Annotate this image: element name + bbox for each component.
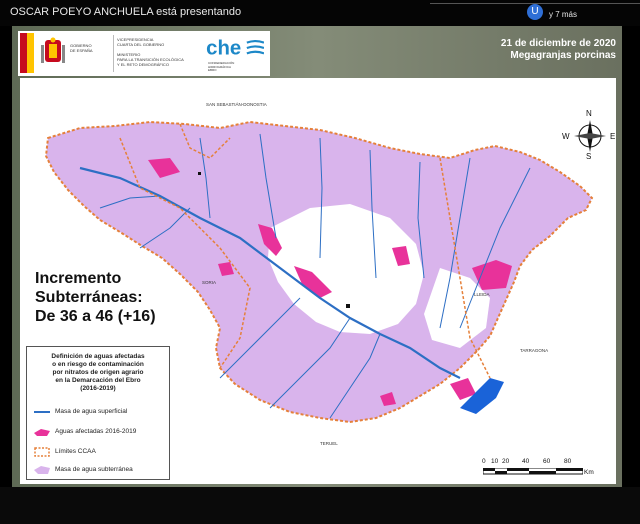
scale-unit: Km [584, 469, 594, 476]
scale-tick: 60 [543, 458, 551, 465]
ministry-line-3: Y EL RETO DEMOGRÁFICO [117, 62, 169, 67]
scale-tick: 10 [491, 458, 499, 465]
legend-label: Masa de agua subterránea [55, 466, 133, 473]
slide-subtitle: Megagranjas porcinas [510, 50, 616, 61]
legend-label: Aguas afectadas 2016-2019 [55, 428, 137, 435]
city-label-soria: SORIA [202, 280, 217, 285]
che-logo: che [206, 37, 264, 59]
city-marker [346, 304, 350, 308]
legend-label: Masa de agua superficial [55, 408, 128, 415]
groundwater-increase-text: Incremento Subterráneas: De 36 a 46 (+16… [35, 270, 156, 325]
city-label-tarragona: TARRAGONA [520, 348, 549, 353]
compass-rose-icon [574, 120, 606, 152]
city-marker [198, 172, 201, 175]
compass-rose: N S E W [560, 109, 620, 162]
slide-date: 21 de diciembre de 2020 [500, 38, 616, 49]
compass-east: E [610, 132, 616, 141]
more-participants-link[interactable]: y 7 más [549, 10, 577, 19]
groundwater-area-icon [34, 466, 50, 474]
government-line-2: DE ESPAÑA [70, 48, 93, 53]
legend-title: Definición de aguas afectadas o en riesg… [51, 353, 145, 392]
scale-tick: 0 [482, 458, 486, 465]
map-legend: Definición de aguas afectadas o en riesg… [26, 346, 170, 480]
spain-flag-icon [20, 33, 34, 73]
scale-tick: 40 [522, 458, 530, 465]
city-label-lleida: LLEIDA [474, 292, 490, 297]
scale-bar-graphic [483, 468, 583, 475]
scale-bar: 0 10 20 40 60 80 Km [482, 458, 594, 480]
legend-label: Límites CCAA [55, 448, 96, 455]
participant-avatar[interactable]: U [527, 4, 543, 20]
legend-item-groundwater: Masa de agua subterránea [33, 465, 167, 475]
river-line-icon [34, 411, 50, 413]
meeting-top-bar: OSCAR POEYO ANCHUELA está presentando U … [0, 0, 640, 26]
government-logo-box: GOBIERNO DE ESPAÑA VICEPRESIDENCIA CUART… [18, 31, 270, 76]
meeting-bottom-bar [0, 487, 640, 524]
compass-south: S [586, 152, 592, 161]
scale-tick: 80 [564, 458, 572, 465]
affected-area-icon [34, 429, 50, 436]
presentation-slide: GOBIERNO DE ESPAÑA VICEPRESIDENCIA CUART… [12, 26, 622, 487]
scale-tick: 20 [502, 458, 510, 465]
legend-item-surface-water: Masa de agua superficial [33, 407, 167, 417]
legend-item-ccaa: Límites CCAA [33, 447, 167, 457]
vice-line-2: CUARTA DEL GOBIERNO [117, 42, 165, 47]
logo-divider [113, 35, 114, 72]
legend-item-affected: Aguas afectadas 2016-2019 [33, 427, 167, 437]
compass-west: W [562, 132, 570, 141]
coat-of-arms-icon [41, 37, 65, 63]
compass-north: N [586, 109, 592, 118]
city-label-teruel: TERUEL [320, 441, 338, 446]
boundary-line-icon [34, 447, 50, 457]
che-caption-3: EBRO [208, 68, 217, 72]
presenter-label: OSCAR POEYO ANCHUELA está presentando [10, 6, 242, 18]
city-label-san-sebastian: SAN SEBASTIÁN-DONOSTIA [206, 102, 267, 107]
che-wordmark: che [206, 37, 241, 59]
